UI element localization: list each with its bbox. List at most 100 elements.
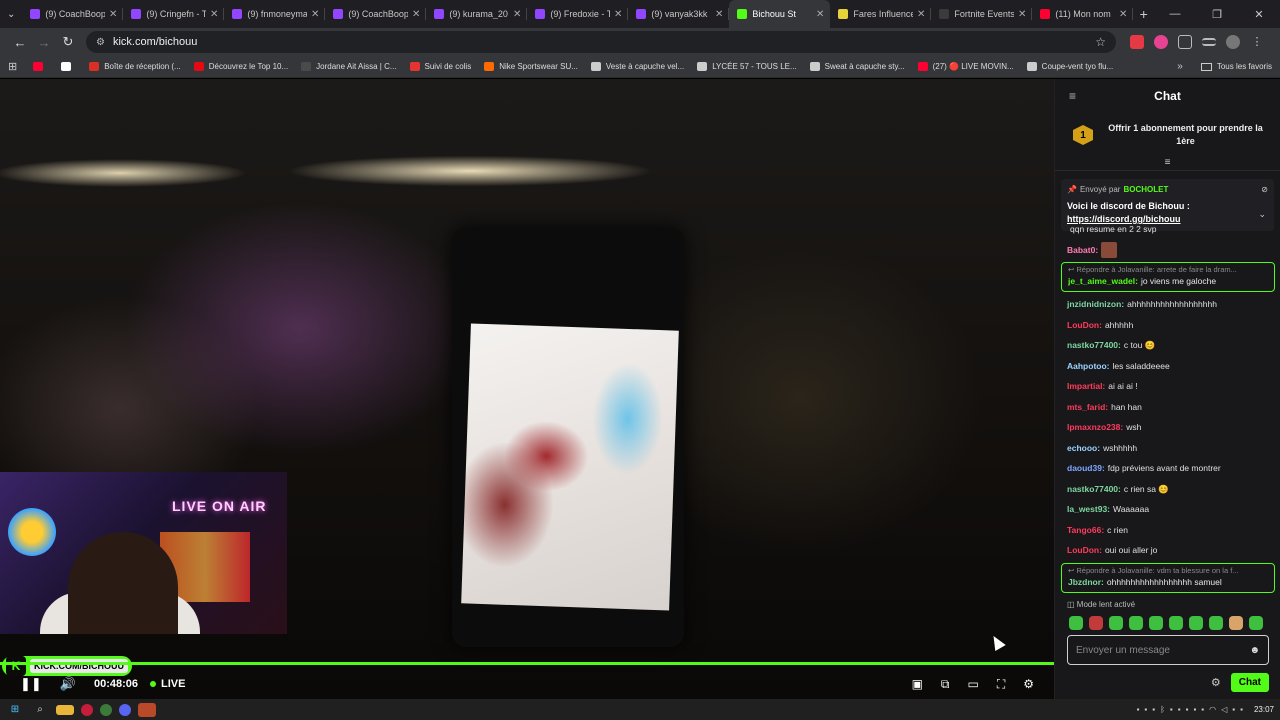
chat-username[interactable]: Tango66:	[1067, 524, 1104, 536]
chat-username[interactable]: Aahpotoo:	[1067, 360, 1110, 372]
chat-message[interactable]: qqn resume en 2 2 svp	[1055, 219, 1280, 240]
bookmark-item[interactable]: Sweat à capuche sty...	[809, 62, 905, 71]
chat-message[interactable]: mts_farid: han han	[1055, 397, 1280, 418]
close-tab-icon[interactable]: ✕	[715, 9, 723, 20]
chat-message[interactable]: la_west93: Waaaaaa	[1055, 499, 1280, 520]
browser-tab[interactable]: (9) Fredoxie - T ✕	[527, 0, 629, 28]
chat-message[interactable]: Impartial: ai ai ai !	[1055, 376, 1280, 397]
browser-tab[interactable]: (9) fnmoneyma ✕	[224, 0, 326, 28]
obs-icon[interactable]	[138, 702, 156, 717]
taskbar-clock[interactable]: 23:07	[1254, 705, 1274, 714]
bookmark-item[interactable]: Nike Sportswear SU...	[484, 62, 578, 71]
chat-message[interactable]: nastko77400: c rien sa 😊	[1055, 479, 1280, 500]
emote-icon[interactable]	[1149, 616, 1163, 630]
chat-settings-icon[interactable]: ⚙	[1211, 676, 1221, 689]
extension-icon[interactable]	[1154, 35, 1168, 49]
bookmark-item[interactable]: Boîte de réception (...	[89, 62, 181, 71]
fullscreen-icon[interactable]: ⛶	[997, 677, 1005, 692]
tab-search-dropdown[interactable]: ⌄	[0, 0, 22, 28]
more-menu-icon[interactable]: ⋮	[1250, 35, 1264, 49]
minimize-icon[interactable]: —	[1154, 8, 1196, 21]
bluetooth-icon[interactable]: ᛒ	[1160, 705, 1165, 714]
bookmark-item[interactable]	[61, 62, 76, 71]
apps-grid-icon[interactable]: ⊞	[8, 60, 17, 73]
bookmark-item[interactable]: Jordane Ait Aissa | C...	[301, 62, 397, 71]
reload-icon[interactable]: ↻	[56, 34, 80, 50]
emote-icon[interactable]	[1209, 616, 1223, 630]
chat-reply-message[interactable]: ↩ Répondre à Jolavanille: arrete de fair…	[1061, 262, 1275, 292]
emoji-picker-icon[interactable]: ☻	[1249, 645, 1260, 656]
browser-tab[interactable]: Bichouu St ✕	[729, 0, 831, 28]
chat-username[interactable]: Jbzdnor:	[1068, 577, 1104, 587]
extensions-puzzle-icon[interactable]	[1178, 35, 1192, 49]
close-tab-icon[interactable]: ✕	[917, 9, 925, 20]
chat-username[interactable]: lpmaxnzo238:	[1067, 421, 1123, 433]
chat-username[interactable]: nastko77400:	[1067, 483, 1121, 495]
pinned-by-user[interactable]: BOCHOLET	[1123, 185, 1168, 194]
mini-player-icon[interactable]: ▣	[912, 677, 923, 692]
close-tab-icon[interactable]: ✕	[210, 9, 218, 20]
gift-sub-banner[interactable]: 1 Offrir 1 abonnement pour prendre la 1è…	[1055, 113, 1280, 157]
new-tab-button[interactable]: +	[1133, 6, 1154, 22]
bookmark-item[interactable]: Veste à capuche vel...	[590, 62, 684, 71]
profile-avatar-icon[interactable]	[1226, 35, 1240, 49]
close-tab-icon[interactable]: ✕	[1119, 9, 1127, 20]
browser-tab[interactable]: Fortnite Events ✕	[931, 0, 1033, 28]
site-info-icon[interactable]: ⚙	[96, 37, 105, 48]
media-control-icon[interactable]	[1202, 38, 1216, 46]
app-icon[interactable]	[81, 703, 93, 716]
wifi-icon[interactable]: ◠	[1209, 705, 1216, 714]
browser-tab[interactable]: (9) CoachBoop ✕	[325, 0, 427, 28]
chat-username[interactable]: echooo:	[1067, 442, 1100, 454]
close-window-icon[interactable]: ✕	[1238, 8, 1280, 21]
speaker-icon[interactable]: ◁	[1221, 705, 1227, 714]
theater-mode-icon[interactable]: ▭	[967, 677, 978, 692]
close-tab-icon[interactable]: ✕	[513, 9, 521, 20]
tray-icon[interactable]: ▪	[1201, 705, 1204, 714]
bookmark-item[interactable]: Coupe-vent tyo flu...	[1026, 62, 1113, 71]
chat-username[interactable]: LouDon:	[1067, 319, 1102, 331]
tray-icon[interactable]: ▪	[1137, 705, 1140, 714]
tray-icon[interactable]: ▪	[1240, 705, 1243, 714]
collapse-chat-icon[interactable]: ≡	[1069, 89, 1076, 103]
forward-icon[interactable]: →	[32, 35, 56, 50]
emote-icon[interactable]	[1129, 616, 1143, 630]
emote-icon[interactable]	[1169, 616, 1183, 630]
chat-username[interactable]: nastko77400:	[1067, 339, 1121, 351]
send-chat-button[interactable]: Chat	[1230, 672, 1269, 692]
emote-icon[interactable]	[1229, 616, 1243, 630]
tray-icon[interactable]: ▪	[1170, 705, 1173, 714]
emote-icon[interactable]	[1069, 616, 1083, 630]
bookmark-item[interactable]: Découvrez le Top 10...	[193, 62, 288, 71]
browser-tab[interactable]: (11) Mon nom ✕	[1032, 0, 1134, 28]
browser-tab[interactable]: (9) vanyak3kk ✕	[628, 0, 730, 28]
chat-message[interactable]: LouDon: oui oui aller jo	[1055, 540, 1280, 561]
chat-username[interactable]: jnzidnidnizon:	[1067, 298, 1124, 310]
browser-tab[interactable]: (9) Cringefn - T ✕	[123, 0, 225, 28]
emote-icon[interactable]	[1109, 616, 1123, 630]
tray-icon[interactable]: ▪	[1178, 705, 1181, 714]
file-explorer-icon[interactable]	[56, 704, 74, 715]
close-tab-icon[interactable]: ✕	[816, 9, 824, 20]
chrome-icon[interactable]	[100, 703, 112, 716]
tray-icon[interactable]: ▪	[1152, 705, 1155, 714]
chat-username[interactable]: daoud39:	[1067, 462, 1105, 474]
hide-pinned-icon[interactable]: ⊘	[1261, 185, 1268, 194]
chat-username[interactable]: je_t_aime_wadel:	[1068, 276, 1138, 286]
back-icon[interactable]: ←	[8, 35, 32, 50]
chat-reply-message[interactable]: ↩ Répondre à Jolavanille: vdm ta blessur…	[1061, 562, 1275, 593]
volume-icon[interactable]: 🔊	[60, 676, 76, 692]
chat-username[interactable]: mts_farid:	[1067, 401, 1108, 413]
search-icon[interactable]: ⌕	[31, 703, 49, 717]
tray-icon[interactable]: ▪	[1232, 705, 1235, 714]
bookmark-item[interactable]	[33, 62, 48, 71]
pause-icon[interactable]: ❚❚	[20, 676, 42, 692]
all-bookmarks-folder[interactable]: Tous les favoris	[1200, 62, 1272, 71]
bookmarks-overflow-icon[interactable]: »	[1177, 61, 1183, 72]
chat-message-input[interactable]: Envoyer un message ☻	[1067, 635, 1269, 665]
bookmark-item[interactable]: (27) 🔴 LIVE MOVIN...	[917, 62, 1014, 71]
chat-username[interactable]: Babat0:	[1067, 244, 1098, 256]
url-bar[interactable]: ⚙ kick.com/bichouu ☆	[86, 31, 1116, 53]
tray-icon[interactable]: ▪	[1193, 705, 1196, 714]
chat-message[interactable]: echooo: wshhhhh	[1055, 438, 1280, 459]
